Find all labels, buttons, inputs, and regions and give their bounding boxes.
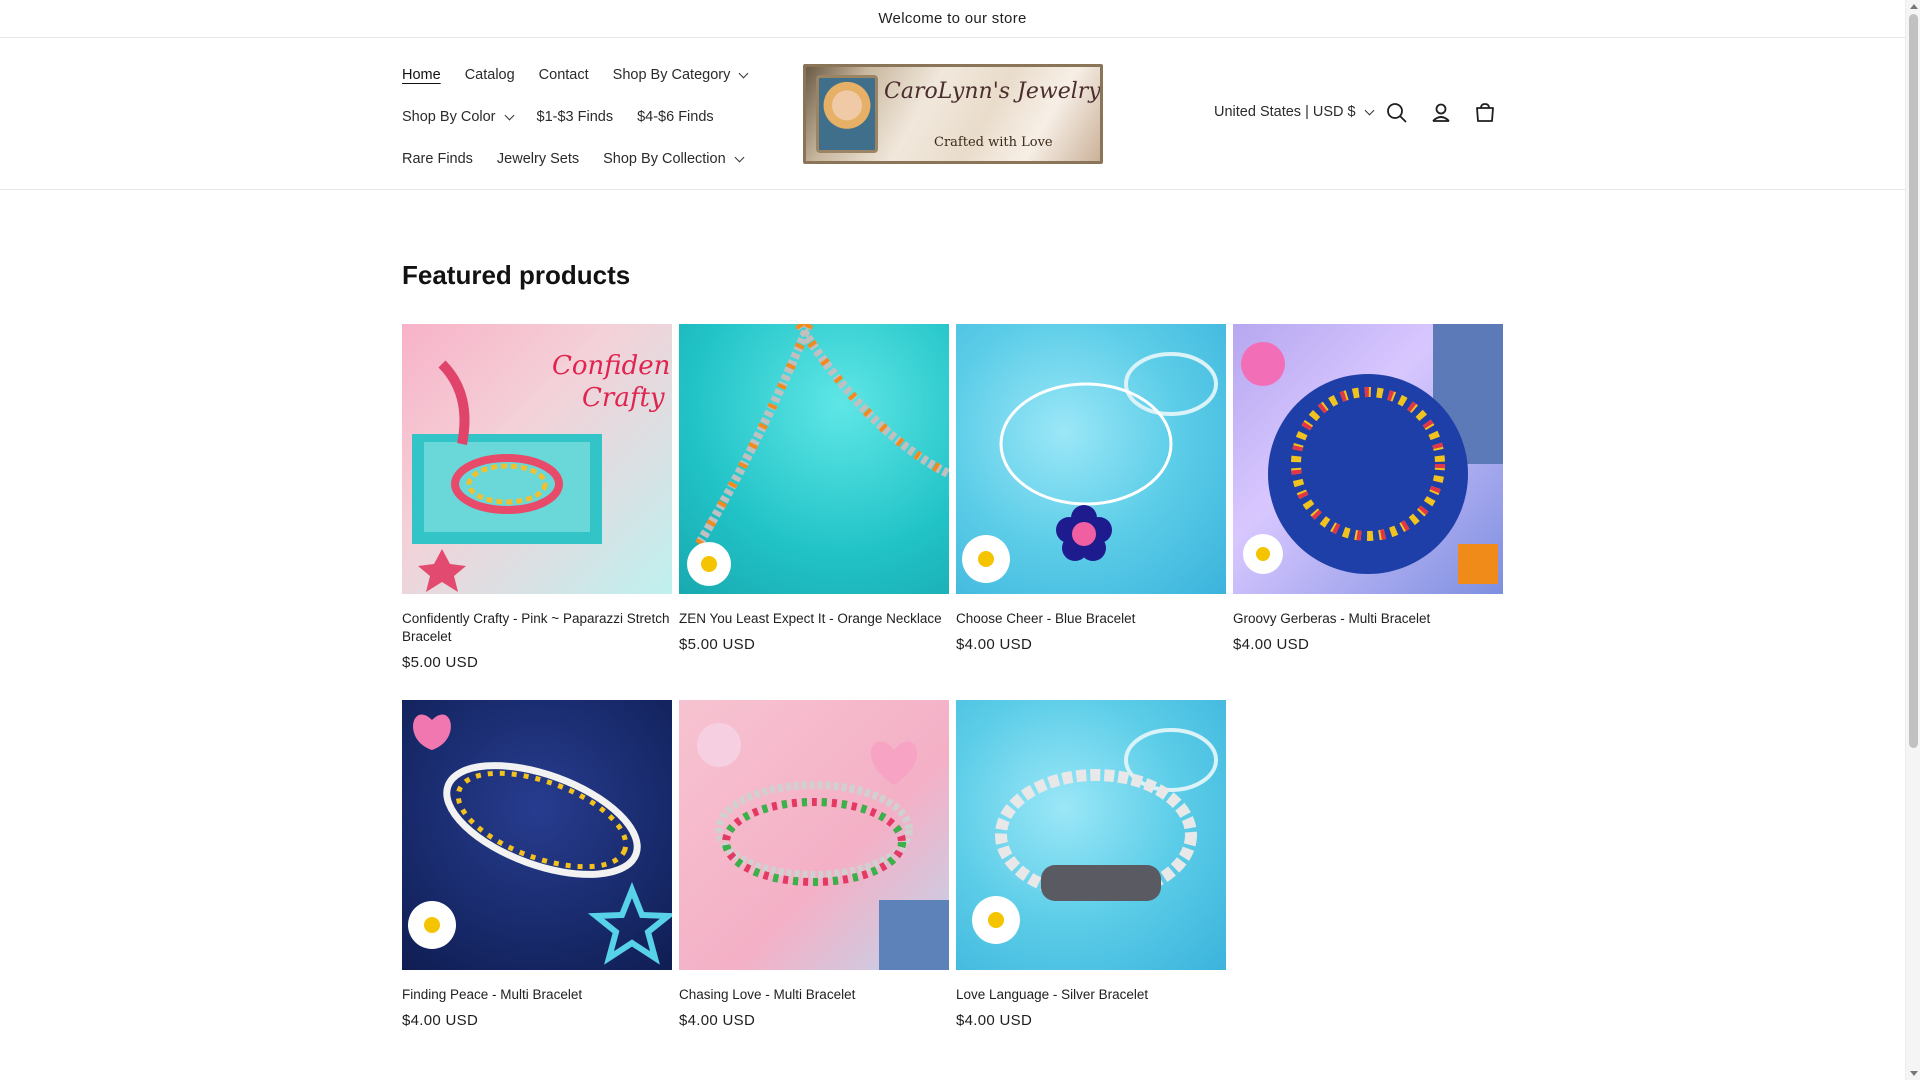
nav-shop-by-color[interactable]: Shop By Color [402, 109, 514, 125]
product-image[interactable] [1233, 324, 1503, 594]
nav-jewelry-sets[interactable]: Jewelry Sets [497, 151, 579, 167]
nav-row-2: Shop By Color $1-$3 Finds $4-$6 Finds [402, 96, 762, 138]
chevron-down-icon [738, 68, 749, 78]
product-price: $4.00 USD [402, 1012, 479, 1029]
nav-shop-by-category[interactable]: Shop By Category [613, 67, 749, 83]
search-icon[interactable] [1384, 100, 1410, 126]
product-title[interactable]: Choose Cheer - Blue Bracelet [956, 610, 1226, 628]
scroll-down-icon[interactable] [1910, 1071, 1918, 1076]
chevron-down-icon [734, 152, 745, 162]
announcement-text: Welcome to our store [878, 10, 1027, 27]
logo-subtitle: Crafted with Love [934, 135, 1053, 150]
main-nav: Home Catalog Contact Shop By Category Sh… [402, 54, 762, 180]
product-title[interactable]: Finding Peace - Multi Bracelet [402, 986, 672, 1004]
product-price: $4.00 USD [679, 1012, 756, 1029]
chevron-down-icon [504, 110, 514, 120]
product-price: $4.00 USD [956, 1012, 1033, 1029]
product-title[interactable]: Groovy Gerberas - Multi Bracelet [1233, 610, 1503, 628]
cart-icon[interactable] [1472, 100, 1498, 126]
nav-catalog[interactable]: Catalog [465, 67, 515, 83]
announcement-bar: Welcome to our store [0, 0, 1905, 38]
logo-title: CaroLynn's Jewelry Shoppe [884, 79, 1101, 104]
product-card[interactable]: Groovy Gerberas - Multi Bracelet $4.00 U… [1233, 324, 1503, 653]
nav-rare-finds[interactable]: Rare Finds [402, 151, 473, 167]
product-card[interactable]: Love Language - Silver Bracelet $4.00 US… [956, 700, 1226, 1029]
scrollbar-thumb[interactable] [1909, 14, 1918, 748]
nav-1-3-finds[interactable]: $1-$3 Finds [537, 109, 614, 125]
product-image[interactable]: Confidently Crafty [402, 324, 672, 594]
product-image[interactable] [956, 700, 1226, 970]
product-image[interactable] [679, 700, 949, 970]
chevron-down-icon [1364, 105, 1375, 115]
product-card[interactable]: Choose Cheer - Blue Bracelet $4.00 USD [956, 324, 1226, 653]
product-card[interactable]: Confidently Crafty Confidently Crafty - … [402, 324, 672, 671]
product-price: $4.00 USD [956, 636, 1033, 653]
product-title[interactable]: Confidently Crafty - Pink ~ Paparazzi St… [402, 610, 672, 646]
product-title[interactable]: Chasing Love - Multi Bracelet [679, 986, 949, 1004]
image-text-line2: Crafty [582, 383, 665, 413]
store-logo[interactable]: CaroLynn's Jewelry Shoppe Crafted with L… [803, 64, 1103, 164]
product-price: $5.00 USD [402, 654, 479, 671]
product-price: $4.00 USD [1233, 636, 1310, 653]
image-text-line1: Confidently [552, 351, 672, 381]
page-scrollbar[interactable] [1905, 0, 1920, 1080]
product-title[interactable]: ZEN You Least Expect It - Orange Necklac… [679, 610, 949, 628]
product-card[interactable]: Chasing Love - Multi Bracelet $4.00 USD [679, 700, 949, 1029]
product-image[interactable] [402, 700, 672, 970]
logo-portrait [816, 75, 878, 153]
nav-row-1: Home Catalog Contact Shop By Category [402, 54, 762, 96]
nav-contact[interactable]: Contact [539, 67, 589, 83]
country-label: United States | USD $ [1214, 104, 1356, 120]
nav-4-6-finds[interactable]: $4-$6 Finds [637, 109, 714, 125]
account-icon[interactable] [1428, 100, 1454, 126]
country-selector[interactable]: United States | USD $ [1214, 104, 1375, 120]
nav-row-3: Rare Finds Jewelry Sets Shop By Collecti… [402, 138, 762, 180]
nav-shop-by-collection[interactable]: Shop By Collection [603, 151, 745, 167]
product-image[interactable] [956, 324, 1226, 594]
product-card[interactable]: ZEN You Least Expect It - Orange Necklac… [679, 324, 949, 653]
product-price: $5.00 USD [679, 636, 756, 653]
site-header: Home Catalog Contact Shop By Category Sh… [0, 38, 1905, 190]
product-card[interactable]: Finding Peace - Multi Bracelet $4.00 USD [402, 700, 672, 1029]
nav-home[interactable]: Home [402, 67, 441, 83]
section-title: Featured products [402, 260, 631, 290]
product-title[interactable]: Love Language - Silver Bracelet [956, 986, 1226, 1004]
product-image[interactable] [679, 324, 949, 594]
scroll-up-icon[interactable] [1910, 4, 1918, 9]
